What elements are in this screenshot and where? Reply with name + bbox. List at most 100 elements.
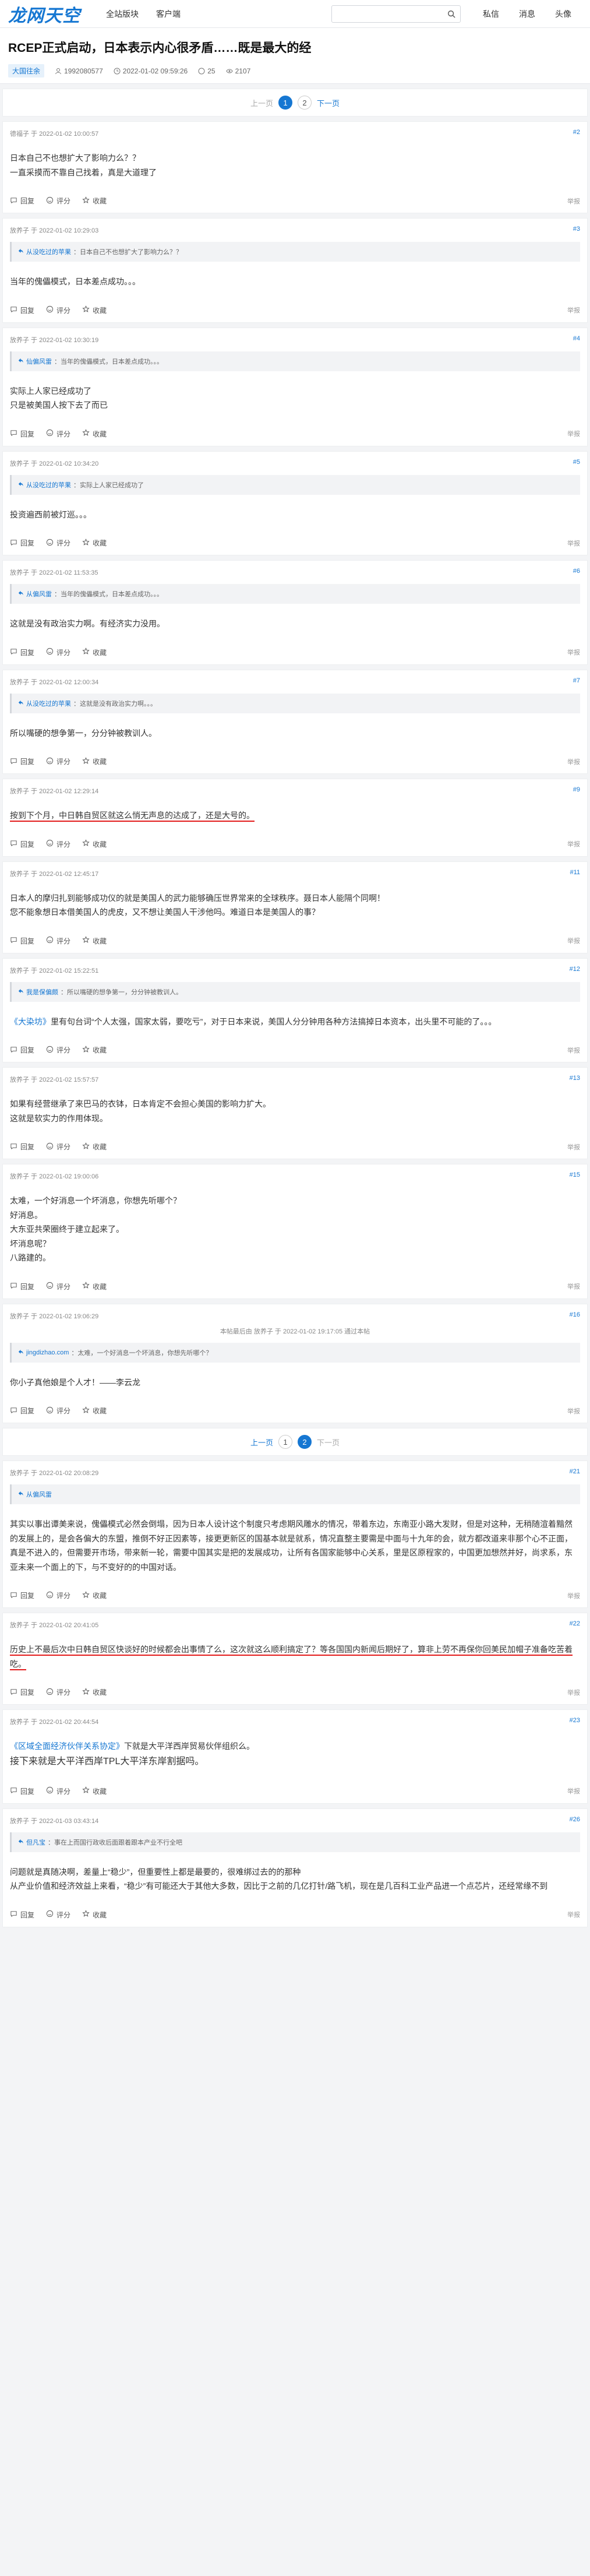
report-link[interactable]: 举报 xyxy=(567,1406,580,1416)
prev-page-link[interactable]: 上一页 xyxy=(250,1437,273,1448)
site-logo[interactable]: 龙网天空 xyxy=(8,1,101,27)
report-link[interactable]: 举报 xyxy=(567,1591,580,1600)
post-author[interactable]: 放养子 xyxy=(10,679,29,686)
reply-button[interactable]: 回复 xyxy=(10,1045,34,1055)
favorite-button[interactable]: 收藏 xyxy=(82,1282,107,1291)
quote-author[interactable]: 从没吃过的苹果 xyxy=(26,699,71,708)
floor-number[interactable]: #6 xyxy=(573,568,580,577)
rate-button[interactable]: 评分 xyxy=(46,1142,70,1152)
post-author[interactable]: 放养子 xyxy=(10,1818,29,1825)
post-author[interactable]: 放养子 xyxy=(10,460,29,467)
nav-client[interactable]: 客户端 xyxy=(156,8,181,20)
reply-button[interactable]: 回复 xyxy=(10,305,34,315)
post-author[interactable]: 放养子 xyxy=(10,1313,29,1320)
report-link[interactable]: 举报 xyxy=(567,429,580,438)
reply-button[interactable]: 回复 xyxy=(10,1687,34,1697)
reply-button[interactable]: 回复 xyxy=(10,1786,34,1796)
floor-number[interactable]: #13 xyxy=(570,1075,580,1084)
report-link[interactable]: 举报 xyxy=(567,305,580,315)
post-author[interactable]: 放养子 xyxy=(10,1173,29,1180)
floor-number[interactable]: #23 xyxy=(570,1717,580,1726)
favorite-button[interactable]: 收藏 xyxy=(82,196,107,206)
quoted-title-link[interactable]: 《大染坊》 xyxy=(10,1017,51,1026)
post-author[interactable]: 放养子 xyxy=(10,1470,29,1477)
quote-author[interactable]: 从没吃过的苹果 xyxy=(26,247,71,256)
rate-button[interactable]: 评分 xyxy=(46,1910,70,1920)
favorite-button[interactable]: 收藏 xyxy=(82,936,107,946)
report-link[interactable]: 举报 xyxy=(567,1046,580,1055)
report-link[interactable]: 举报 xyxy=(567,1688,580,1697)
floor-number[interactable]: #4 xyxy=(573,335,580,344)
rate-button[interactable]: 评分 xyxy=(46,196,70,206)
reply-button[interactable]: 回复 xyxy=(10,756,34,766)
report-link[interactable]: 举报 xyxy=(567,1786,580,1796)
quoted-title-link[interactable]: 《区域全面经济伙伴关系协定》 xyxy=(10,1741,124,1751)
reply-button[interactable]: 回复 xyxy=(10,647,34,657)
avatar[interactable]: 头像 xyxy=(555,8,571,20)
page-1-button[interactable]: 1 xyxy=(278,96,292,110)
post-author[interactable]: 放养子 xyxy=(10,1719,29,1726)
rate-button[interactable]: 评分 xyxy=(46,647,70,657)
reply-button[interactable]: 回复 xyxy=(10,538,34,548)
floor-number[interactable]: #2 xyxy=(573,129,580,138)
favorite-button[interactable]: 收藏 xyxy=(82,538,107,548)
floor-number[interactable]: #15 xyxy=(570,1171,580,1181)
reply-button[interactable]: 回复 xyxy=(10,936,34,946)
quote-author[interactable]: jingdizhao.com xyxy=(26,1349,69,1356)
report-link[interactable]: 举报 xyxy=(567,647,580,657)
floor-number[interactable]: #26 xyxy=(570,1816,580,1825)
report-link[interactable]: 举报 xyxy=(567,936,580,945)
floor-number[interactable]: #21 xyxy=(570,1468,580,1477)
reply-button[interactable]: 回复 xyxy=(10,196,34,206)
rate-button[interactable]: 评分 xyxy=(46,1590,70,1600)
floor-number[interactable]: #12 xyxy=(570,966,580,975)
next-page-link[interactable]: 下一页 xyxy=(317,97,340,108)
quote-author[interactable]: 从偏风雷 xyxy=(26,589,52,599)
floor-number[interactable]: #22 xyxy=(570,1620,580,1630)
rate-button[interactable]: 评分 xyxy=(46,429,70,439)
reply-button[interactable]: 回复 xyxy=(10,1282,34,1291)
post-author[interactable]: 放养子 xyxy=(10,227,29,234)
report-link[interactable]: 举报 xyxy=(567,1142,580,1152)
page-2-button[interactable]: 2 xyxy=(298,96,312,110)
rate-button[interactable]: 评分 xyxy=(46,538,70,548)
rate-button[interactable]: 评分 xyxy=(46,1282,70,1291)
category-tag[interactable]: 大国往余 xyxy=(8,64,45,78)
next-page-link[interactable]: 下一页 xyxy=(317,1437,340,1448)
favorite-button[interactable]: 收藏 xyxy=(82,1406,107,1416)
reply-button[interactable]: 回复 xyxy=(10,1142,34,1152)
favorite-button[interactable]: 收藏 xyxy=(82,839,107,849)
quote-author[interactable]: 从没吃过的苹果 xyxy=(26,480,71,490)
favorite-button[interactable]: 收藏 xyxy=(82,647,107,657)
nav-all-boards[interactable]: 全站版块 xyxy=(106,8,139,20)
report-link[interactable]: 举报 xyxy=(567,839,580,849)
reply-button[interactable]: 回复 xyxy=(10,1910,34,1920)
report-link[interactable]: 举报 xyxy=(567,539,580,548)
post-author[interactable]: 放养子 xyxy=(10,1076,29,1083)
search-input[interactable] xyxy=(331,5,461,23)
rate-button[interactable]: 评分 xyxy=(46,1786,70,1796)
floor-number[interactable]: #5 xyxy=(573,459,580,468)
post-author[interactable]: 放养子 xyxy=(10,337,29,344)
rate-button[interactable]: 评分 xyxy=(46,839,70,849)
quote-author[interactable]: 从偏风雷 xyxy=(26,1490,52,1499)
rate-button[interactable]: 评分 xyxy=(46,756,70,766)
favorite-button[interactable]: 收藏 xyxy=(82,1590,107,1600)
search-icon[interactable] xyxy=(447,10,455,18)
post-author[interactable]: 放养子 xyxy=(10,1622,29,1629)
favorite-button[interactable]: 收藏 xyxy=(82,1786,107,1796)
post-author[interactable]: 德福子 xyxy=(10,131,29,138)
floor-number[interactable]: #7 xyxy=(573,677,580,687)
report-link[interactable]: 举报 xyxy=(567,1910,580,1919)
reply-button[interactable]: 回复 xyxy=(10,1590,34,1600)
floor-number[interactable]: #3 xyxy=(573,226,580,235)
floor-number[interactable]: #16 xyxy=(570,1311,580,1321)
favorite-button[interactable]: 收藏 xyxy=(82,1687,107,1697)
reply-button[interactable]: 回复 xyxy=(10,1406,34,1416)
page-1-button[interactable]: 1 xyxy=(278,1435,292,1449)
post-author[interactable]: 放养子 xyxy=(10,788,29,795)
post-author[interactable]: 放养子 xyxy=(10,569,29,576)
quote-author[interactable]: 仙偏风雷 xyxy=(26,357,52,366)
reply-button[interactable]: 回复 xyxy=(10,839,34,849)
post-author[interactable]: 放养子 xyxy=(10,967,29,974)
